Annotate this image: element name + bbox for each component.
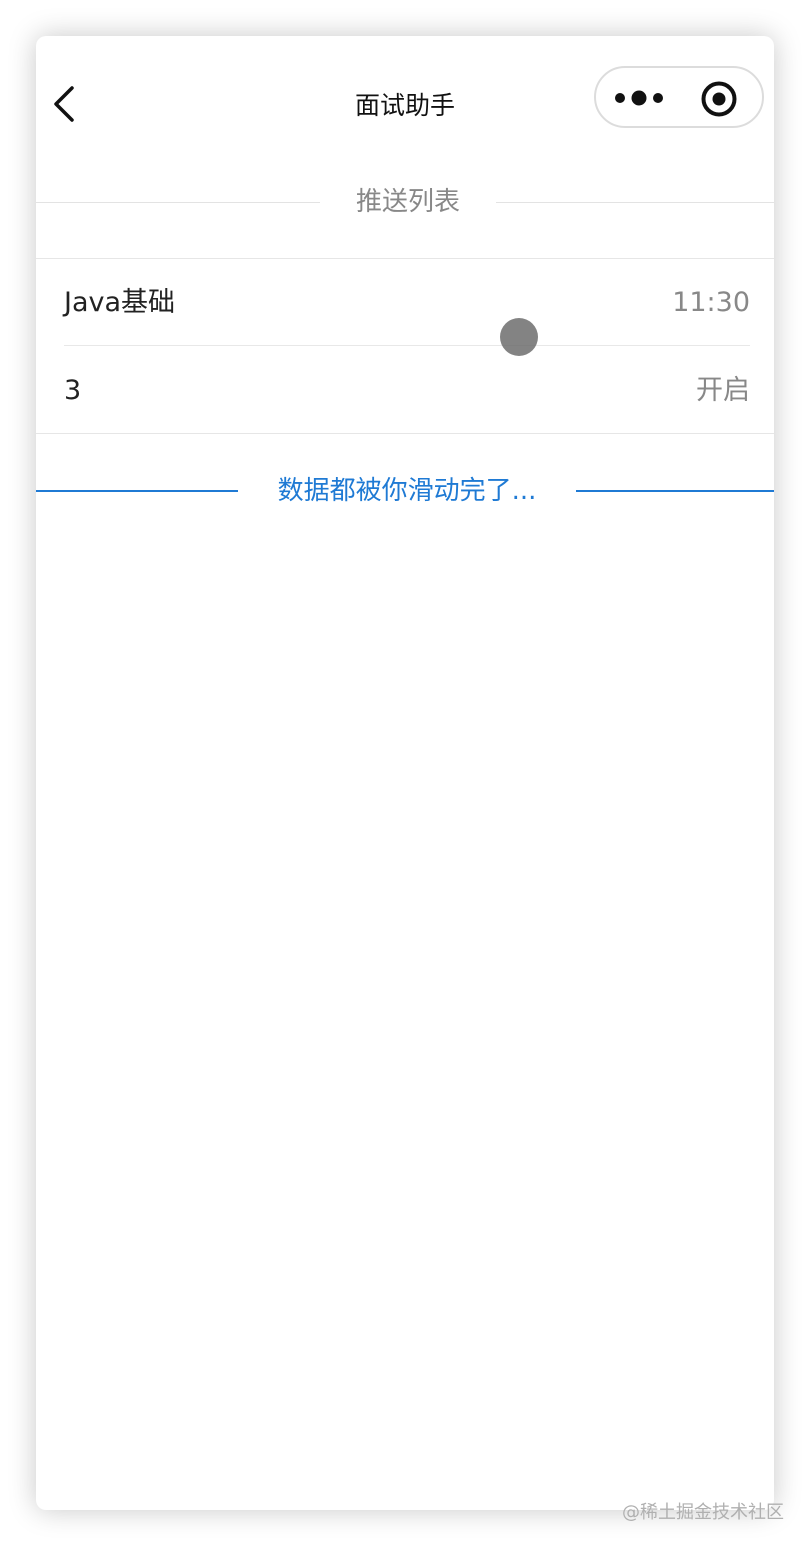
list-row-topic: Java基础 11:30 xyxy=(64,283,750,323)
push-list-item[interactable]: Java基础 11:30 3 开启 xyxy=(36,258,774,434)
end-of-list-divider: 数据都被你滑动完了... xyxy=(36,472,774,512)
section-header: 推送列表 xyxy=(36,182,774,222)
end-of-data-text: 数据都被你滑动完了... xyxy=(277,476,537,506)
count-value: 3 xyxy=(64,375,82,406)
target-circle-icon xyxy=(701,81,737,117)
list-row-count: 3 开启 xyxy=(64,371,750,411)
row-divider xyxy=(64,345,750,346)
touch-indicator xyxy=(500,318,538,356)
push-time: 11:30 xyxy=(672,287,750,318)
screenshot-canvas: 面试助手 推送列表 Java基础 11:30 3 开启 数据都被你滑动完了...… xyxy=(0,0,810,1546)
more-button[interactable] xyxy=(610,82,672,114)
back-button[interactable] xyxy=(50,84,80,124)
section-title: 推送列表 xyxy=(355,187,460,217)
chevron-left-icon xyxy=(54,86,74,122)
phone-window: 面试助手 推送列表 Java基础 11:30 3 开启 数据都被你滑动完了... xyxy=(36,36,774,1510)
end-line-left xyxy=(36,490,238,492)
close-button[interactable] xyxy=(700,80,738,118)
end-line-right xyxy=(576,490,774,492)
divider-line-left xyxy=(36,202,320,203)
status-text: 开启 xyxy=(696,375,750,406)
capsule-menu xyxy=(594,66,764,128)
divider-line-right xyxy=(496,202,774,203)
more-dots-icon xyxy=(615,90,663,106)
topic-label: Java基础 xyxy=(64,287,176,318)
watermark: @稀土掘金技术社区 xyxy=(622,1502,784,1523)
nav-bar: 面试助手 xyxy=(36,36,774,170)
